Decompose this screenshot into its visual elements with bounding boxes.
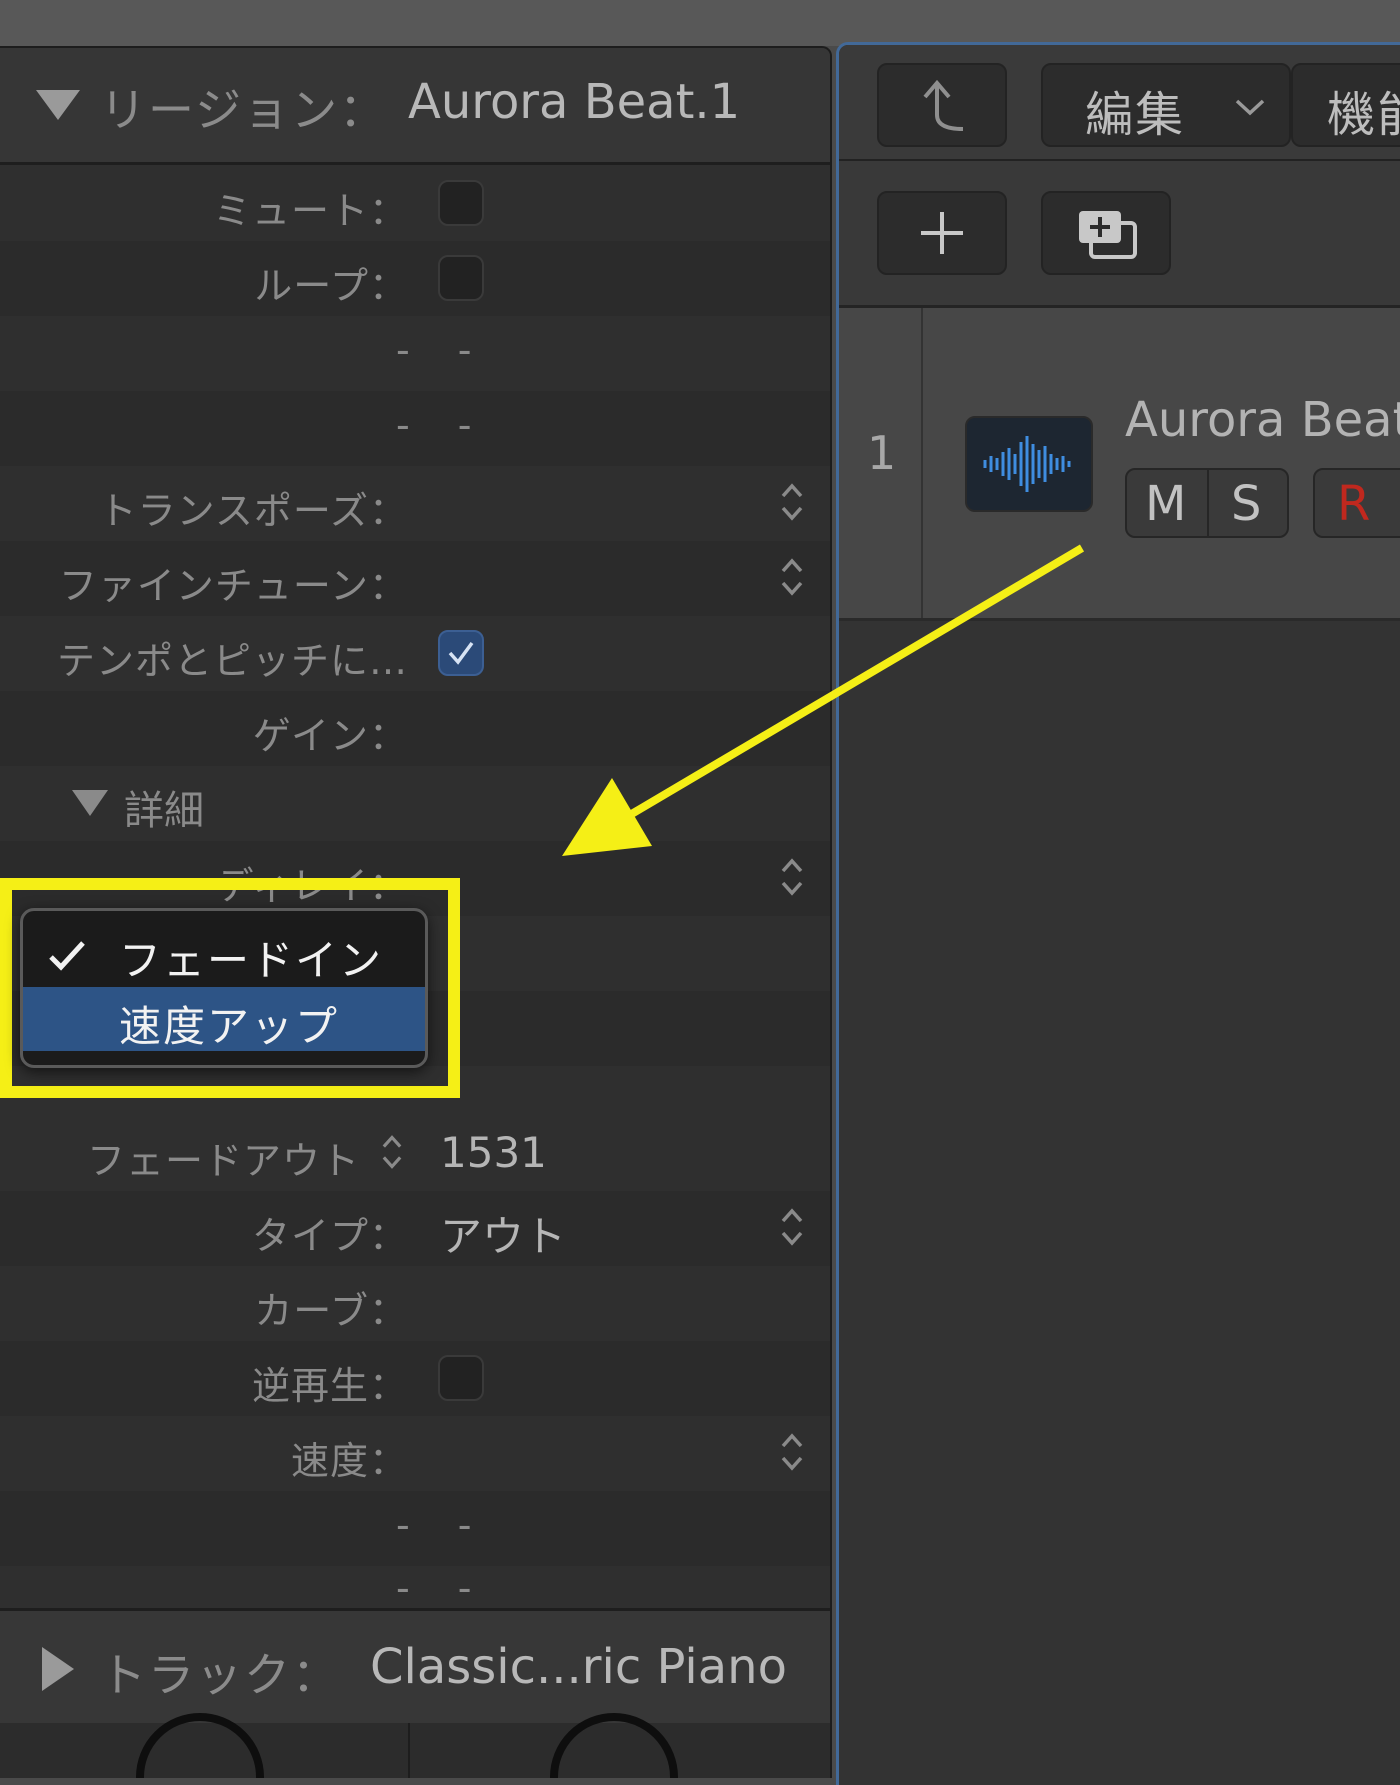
knob-area [0,1713,830,1778]
tempo-pitch-row: テンポとピッチに… [0,616,830,691]
tracks-toolbar-secondary [839,161,1400,308]
duplicate-track-icon [1079,211,1137,259]
menu-item-speed-up[interactable]: 速度アップ [23,987,425,1051]
finetune-row: ファインチューン： [0,541,830,616]
checkmark-icon [49,941,85,971]
fade-out-label: フェードアウト [86,1139,360,1183]
reverse-row: 逆再生： [0,1341,830,1416]
window-top-strip [0,0,1400,46]
track-name: Classic...ric Piano [370,1639,787,1695]
empty-row: - - [0,1491,830,1566]
track-name[interactable]: Aurora Beat [1125,392,1400,448]
disclosure-triangle-icon[interactable] [36,90,80,120]
record-enable-button[interactable]: R [1313,468,1400,538]
track-label: トラック： [100,1648,340,1702]
tempo-pitch-label: テンポとピッチに… [56,639,408,683]
loop-row: ループ： [0,241,830,316]
transpose-row: トランスポーズ： [0,466,830,541]
knob-icon[interactable] [550,1713,678,1778]
dash-value: - - [396,403,490,447]
checkmark-icon [448,641,474,665]
type-value[interactable]: アウト [440,1203,566,1264]
speed-label: 速度： [290,1439,408,1483]
function-menu-button[interactable]: 機能 [1291,63,1400,147]
menu-item-label: 速度アップ [119,1002,340,1051]
loop-checkbox[interactable] [438,255,484,301]
duplicate-track-button[interactable] [1041,191,1171,275]
reverse-checkbox[interactable] [438,1355,484,1401]
reverse-label: 逆再生： [251,1364,408,1408]
speed-row: 速度： [0,1416,830,1491]
edit-menu-button[interactable]: 編集 [1041,63,1291,147]
curve-label: カーブ： [254,1289,408,1333]
region-name: Aurora Beat.1 [408,74,741,130]
region-header[interactable]: リージョン： Aurora Beat.1 [0,48,830,165]
mute-solo-group: M S [1125,468,1289,538]
stepper-icon[interactable] [779,1205,805,1249]
detail-row[interactable]: 詳細 [0,766,830,841]
track-header-row[interactable]: 1 Aurora Beat M S R [839,308,1400,621]
tempo-pitch-checkbox[interactable] [438,630,484,676]
empty-row: - - [0,316,830,391]
divider [408,1723,410,1778]
dash-value: - - [396,1566,490,1610]
divider [1207,470,1209,536]
stepper-icon[interactable] [779,1430,805,1474]
dash-value: - - [396,1503,490,1547]
stepper-icon[interactable] [779,555,805,599]
detail-label: 詳細 [124,788,204,834]
solo-button[interactable]: S [1231,476,1261,532]
stepper-icon[interactable] [779,480,805,524]
mute-label: ミュート： [212,189,408,233]
type-row: タイプ： アウト [0,1191,830,1266]
mute-checkbox[interactable] [438,180,484,226]
region-label: リージョン： [100,83,388,137]
dash-value: - - [396,328,490,372]
loop-label: ループ： [254,264,408,308]
back-arrow-icon [923,79,964,131]
gain-label: ゲイン： [252,714,408,758]
back-button[interactable] [877,63,1007,147]
chevron-down-icon [1235,99,1265,116]
tracks-toolbar: 編集 機能 [839,45,1400,161]
type-label: タイプ： [251,1214,408,1258]
track-number: 1 [867,426,897,480]
track-number-cell: 1 [839,308,923,618]
empty-row: - - [0,391,830,466]
tracks-area: 編集 機能 1 [836,42,1400,1785]
stepper-icon[interactable] [380,1132,404,1172]
stepper-icon[interactable] [779,855,805,899]
curve-row: カーブ： [0,1266,830,1341]
disclosure-triangle-icon[interactable] [72,790,108,816]
menu-item-label: フェードイン [119,936,384,985]
track-icon[interactable] [965,416,1093,512]
mute-button[interactable]: M [1145,476,1186,532]
transpose-label: トランスポーズ： [98,489,408,533]
edit-label: 編集 [1085,87,1186,143]
waveform-icon [983,436,1071,492]
mute-row: ミュート： [0,166,830,241]
disclosure-triangle-icon[interactable] [42,1647,74,1691]
finetune-label: ファインチューン： [58,564,408,608]
fade-type-popup-menu: フェードイン 速度アップ [20,908,428,1068]
gain-row: ゲイン： [0,691,830,766]
add-track-button[interactable] [877,191,1007,275]
knob-icon[interactable] [136,1713,264,1778]
fade-out-row: フェードアウト 1531 [0,1116,830,1191]
plus-icon [921,212,963,254]
record-label: R [1337,476,1371,532]
function-label: 機能 [1327,87,1400,143]
track-inspector-header[interactable]: トラック： Classic...ric Piano [0,1608,830,1726]
menu-item-fade-in[interactable]: フェードイン [23,921,425,985]
empty-row: - - [0,1566,830,1610]
fade-out-value[interactable]: 1531 [440,1128,547,1177]
